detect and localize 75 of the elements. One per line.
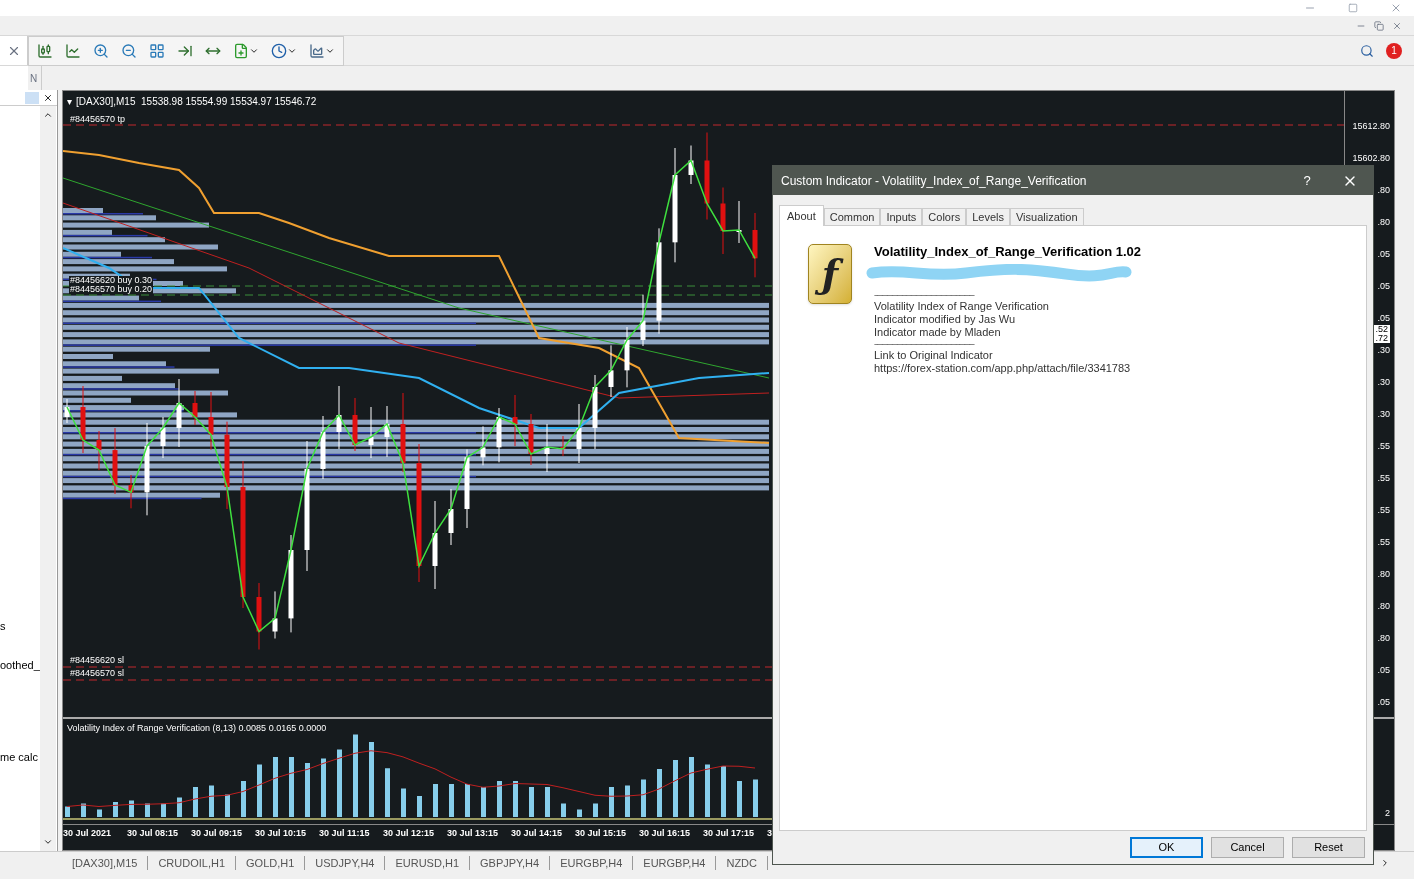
order-label: #84456570 buy 0.20 (69, 285, 154, 294)
time-label: 30 Jul 11:15 (319, 827, 371, 841)
time-label: 30 Jul 12:15 (383, 827, 436, 841)
price-label: .30 (1377, 409, 1390, 419)
symbol-tab[interactable]: [DAX30],M15 (62, 855, 149, 870)
dialog-tab[interactable]: Common (823, 208, 881, 226)
price-label: .80 (1377, 601, 1390, 611)
price-label: .80 (1377, 569, 1390, 579)
symbol-tab[interactable]: EURGBP,H4 (633, 855, 717, 870)
time-label: 30 Jul 17:15 (703, 827, 756, 841)
price-label: .80 (1377, 217, 1390, 227)
time-label: 30 Jul 2021 (63, 827, 113, 841)
dialog-button[interactable]: Cancel (1211, 837, 1284, 858)
price-label: .30 (1377, 377, 1390, 387)
symbol-tab[interactable]: CRUDOIL,H1 (148, 855, 237, 870)
order-label: #84456570 sl (69, 669, 126, 678)
dialog-tab[interactable]: About (779, 205, 824, 226)
price-label: .05 (1377, 249, 1390, 259)
indicator-title: Volatility Index of Range Verification (8,13) 0.0085 0.0165 0.0000 (67, 722, 327, 735)
price-label: .55 (1377, 473, 1390, 483)
time-label: 30 Jul 10:15 (255, 827, 308, 841)
price-label: .05 (1377, 697, 1390, 707)
price-label: .05 (1377, 313, 1390, 323)
time-label: 30 Jul 16:15 (639, 827, 692, 841)
order-label: #84456620 buy 0.30 (69, 276, 154, 285)
time-label: 30 Jul 14:15 (511, 827, 564, 841)
dialog-tab[interactable]: Inputs (880, 208, 923, 226)
symbol-tab[interactable]: GOLD,H1 (236, 855, 306, 870)
function-icon: ƒ (808, 244, 852, 304)
notification-badge[interactable]: 1 (1386, 42, 1402, 59)
price-label: .80 (1377, 185, 1390, 195)
order-label: #84456620 sl (69, 656, 126, 665)
description-line: Indicator modified by Jas Wu (874, 312, 1017, 326)
price-marker: .72 (1374, 334, 1389, 343)
price-label: 15602.80 (1352, 153, 1390, 163)
link-label: Link to Original Indicator (874, 348, 994, 362)
collapse-arrow[interactable]: ▾ (67, 94, 72, 109)
separator-text: ------------------------------------------------------------ (874, 338, 976, 349)
price-label: 2 (1385, 806, 1390, 820)
symbol-tab[interactable]: USDJPY,H4 (305, 855, 386, 870)
dialog-tab[interactable]: Visualization (1009, 208, 1084, 226)
price-label: .80 (1377, 633, 1390, 643)
list-item[interactable]: me calc (0, 749, 40, 766)
list-item[interactable]: oothed_ (0, 656, 40, 673)
price-label: .55 (1377, 537, 1390, 547)
dialog-button[interactable]: Reset (1292, 837, 1365, 858)
price-label: .05 (1377, 281, 1390, 291)
order-label: #84456570 tp (69, 115, 127, 124)
separator-text: ------------------------------------------------------------ (874, 289, 976, 300)
symbol-tab[interactable]: EURGBP,H4 (550, 855, 634, 870)
dialog-tab[interactable]: Levels (966, 208, 1010, 226)
time-label: 30 Jul 08:15 (127, 827, 180, 841)
price-label: 15612.80 (1352, 121, 1390, 131)
time-label: 30 Jul 13:15 (447, 827, 500, 841)
help-button[interactable]: ? (1287, 170, 1327, 191)
description-line: Indicator made by Mladen (874, 325, 1002, 339)
symbol-tab[interactable]: NZDC (716, 855, 768, 870)
time-label: 30 Jul 09:15 (191, 827, 244, 841)
list-item[interactable]: s (0, 618, 40, 635)
link-url: https://forex-station.com/app.php/attach/file/3341783 (874, 361, 1132, 375)
price-marker: .52 (1374, 325, 1389, 334)
price-label: .30 (1377, 345, 1390, 355)
time-label: 3 (767, 827, 773, 841)
price-label: .05 (1377, 665, 1390, 675)
chart-header: [DAX30],M15 15538.98 15554.99 15534.97 15546.72 (76, 95, 317, 109)
symbol-tab[interactable]: EURUSD,H1 (385, 855, 471, 870)
dialog-button[interactable]: OK (1130, 837, 1203, 858)
symbol-tab[interactable]: GBPJPY,H4 (470, 855, 551, 870)
indicator-name: Volatility_Index_of_Range_Verification 1.02 (874, 243, 1142, 261)
time-label: 30 Jul 15:15 (575, 827, 628, 841)
description-line: Volatility Index of Range Verification (874, 299, 1050, 313)
price-label: .55 (1377, 505, 1390, 515)
dialog-tab[interactable]: Colors (922, 208, 967, 226)
dialog-title: Custom Indicator - Volatility_Index_of_Range_Verification (781, 172, 1088, 190)
price-label: .55 (1377, 441, 1390, 451)
